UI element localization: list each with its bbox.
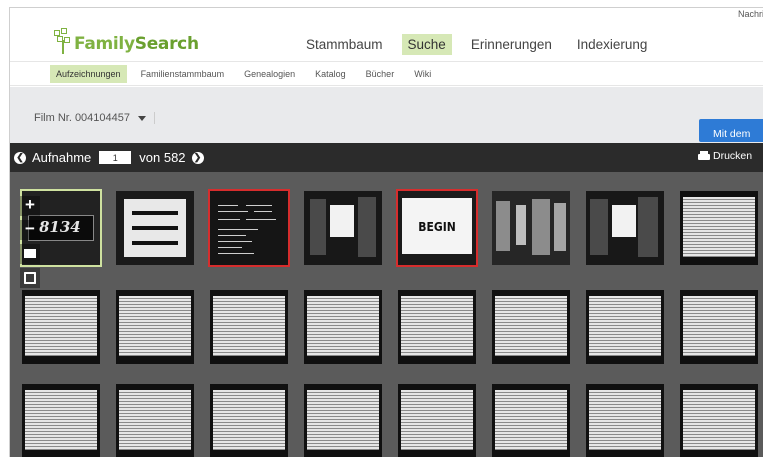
thumbnail-dark-blocks[interactable] (492, 191, 570, 265)
subnav-buecher[interactable]: Bücher (360, 65, 401, 83)
thumbnail-book-page[interactable] (304, 290, 382, 364)
image-number-input[interactable] (99, 151, 132, 164)
logo-tree-icon (54, 28, 72, 54)
logo-text: FamilySearch (74, 34, 199, 54)
thumbnail-book-page[interactable] (210, 384, 288, 457)
thumbnail-book-page[interactable] (116, 290, 194, 364)
printer-icon (698, 151, 710, 161)
messages-link[interactable]: Nachri (738, 9, 763, 19)
film-selector[interactable]: Film Nr. 004104457 (34, 112, 155, 124)
thumbnail-book-page[interactable] (492, 384, 570, 457)
image-total-label: von 582 (139, 150, 186, 165)
subnav-genealogien[interactable]: Genealogien (238, 65, 301, 83)
thumbnail-book-page[interactable] (492, 290, 570, 364)
nav-indexierung[interactable]: Indexierung (571, 34, 654, 55)
mit-dem-button[interactable]: Mit dem (699, 119, 763, 142)
chevron-right-circle-icon[interactable]: ❯ (191, 151, 204, 164)
print-label: Drucken (713, 150, 753, 162)
print-button[interactable]: Drucken (698, 150, 752, 162)
logo-text-search: Search (134, 34, 199, 54)
thumbnail-book-page[interactable] (586, 290, 664, 364)
top-header: FamilySearch Stammbaum Suche Erinnerunge… (10, 8, 763, 59)
thumbnail-book-page[interactable] (22, 290, 100, 364)
familysearch-logo[interactable]: FamilySearch (54, 24, 199, 54)
thumbnail-sign-card-2[interactable] (586, 191, 664, 265)
thumbnail-book-page[interactable] (210, 290, 288, 364)
thumbnail-typed-doc[interactable] (208, 189, 290, 267)
logo-text-family: Family (74, 34, 135, 54)
subnav-aufzeichnungen[interactable]: Aufzeichnungen (50, 64, 127, 83)
thumbnail-book-page[interactable] (398, 384, 476, 457)
thumbnail-book-page[interactable] (116, 384, 194, 457)
app-frame: FamilySearch Stammbaum Suche Erinnerunge… (9, 7, 763, 457)
subnav-familienstammbaum[interactable]: Familienstammbaum (135, 65, 231, 83)
thumbnail-book-page[interactable] (586, 384, 664, 457)
film-bar: Film Nr. 004104457 Mit dem (10, 87, 763, 143)
thumbnail-book-page[interactable] (680, 191, 758, 265)
thumbnail-sign-card[interactable] (304, 191, 382, 265)
thumbnail-bars-card[interactable] (116, 191, 194, 265)
image-label: Aufnahme (32, 150, 92, 165)
fullscreen-icon[interactable] (20, 268, 40, 288)
minus-icon[interactable]: − (20, 220, 40, 240)
thumbnail-book-page[interactable] (22, 384, 100, 457)
thumbnail-grid: 8134 BEGIN (10, 172, 763, 457)
main-navigation: Stammbaum Suche Erinnerungen Indexierung (300, 34, 653, 55)
nav-erinnerungen[interactable]: Erinnerungen (465, 34, 558, 55)
image-toolbar: ❮ Aufnahme von 582 ❯ Drucken (10, 143, 763, 172)
film-number-label: Film Nr. 004104457 (34, 112, 130, 124)
begin-card-text: BEGIN (402, 198, 472, 254)
thumbnail-begin-card[interactable]: BEGIN (396, 189, 478, 267)
film-divider (154, 112, 155, 124)
fit-screen-icon[interactable] (20, 244, 40, 264)
thumbnail-book-page[interactable] (304, 384, 382, 457)
sub-navigation: Aufzeichnungen Familienstammbaum Genealo… (10, 61, 763, 86)
thumbnail-book-page[interactable] (680, 384, 758, 457)
nav-suche[interactable]: Suche (401, 34, 452, 55)
thumbnail-book-page[interactable] (398, 290, 476, 364)
caret-down-icon (138, 115, 146, 121)
chevron-left-circle-icon[interactable]: ❮ (14, 151, 26, 164)
subnav-wiki[interactable]: Wiki (408, 65, 437, 83)
nav-stammbaum[interactable]: Stammbaum (300, 34, 389, 55)
subnav-katalog[interactable]: Katalog (309, 65, 352, 83)
plus-icon[interactable]: + (20, 196, 40, 216)
zoom-controls: + − (20, 196, 42, 296)
thumbnail-book-page[interactable] (680, 290, 758, 364)
